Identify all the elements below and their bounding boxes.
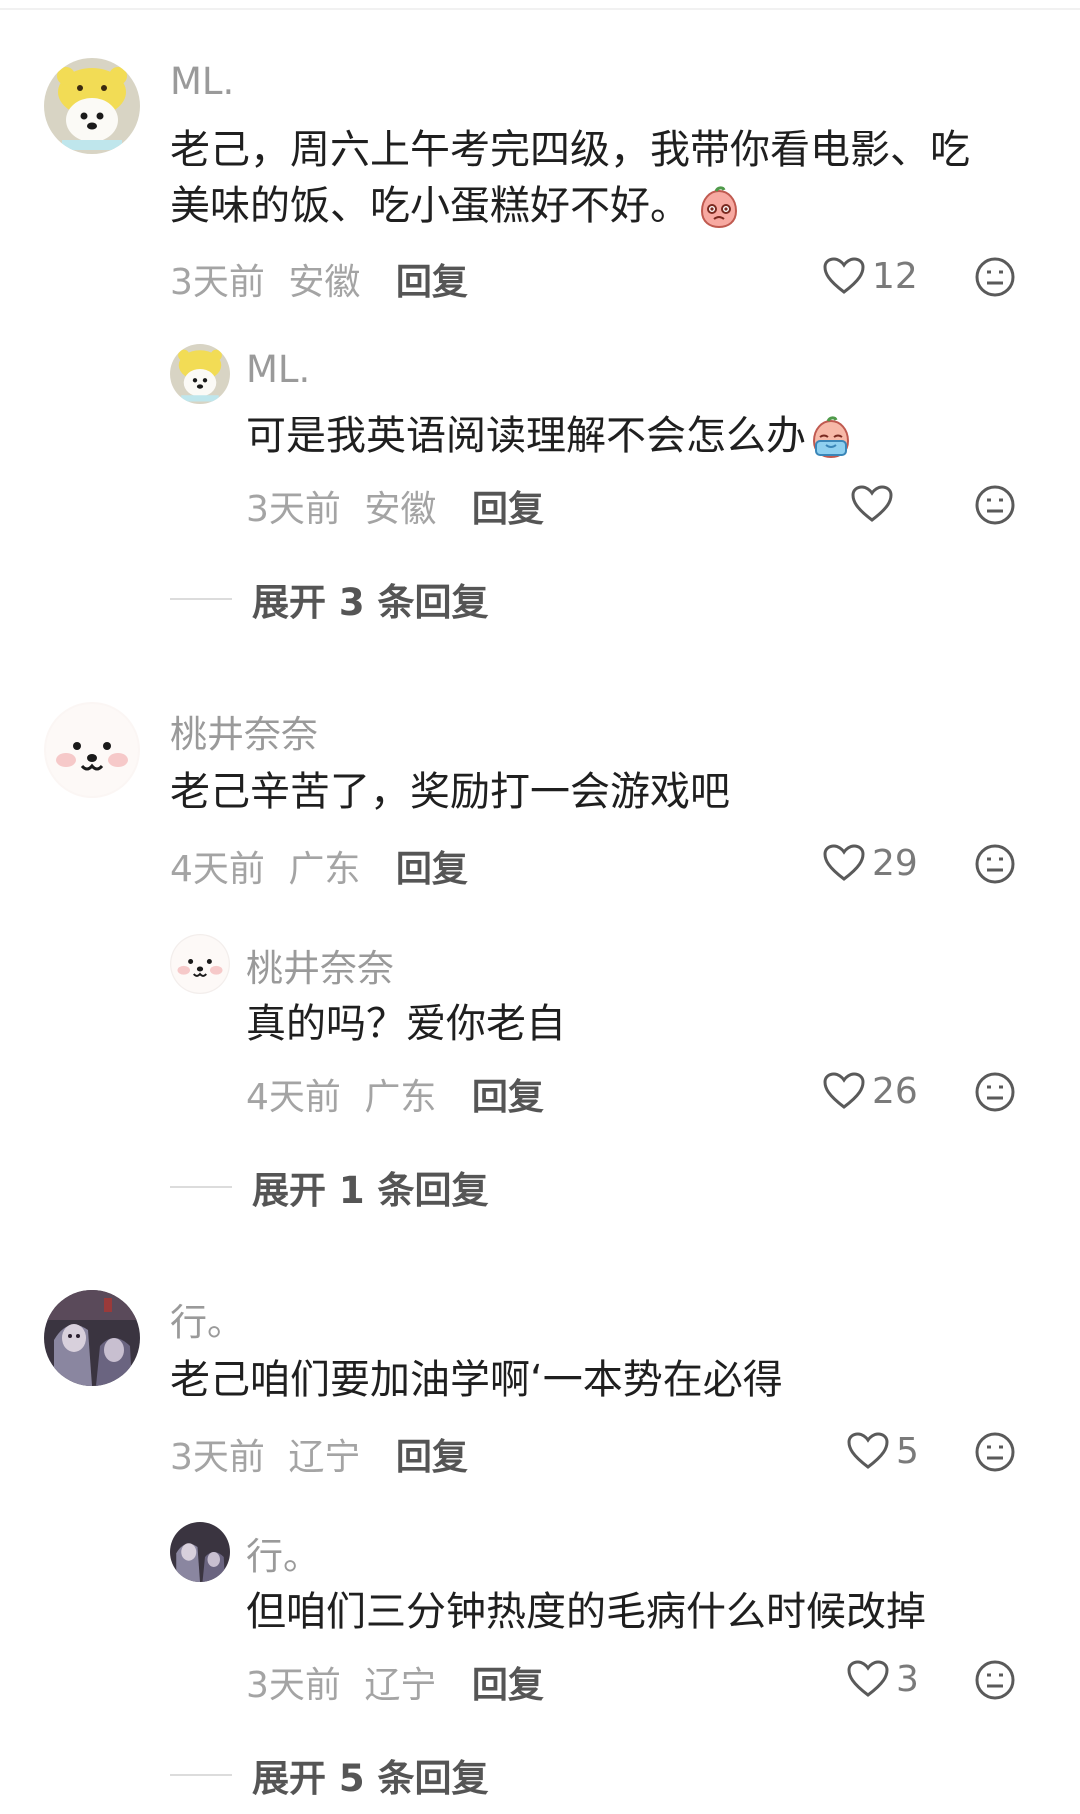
- reply-meta: 4天前 广东 回复: [246, 1068, 544, 1120]
- reply-text: 真的吗？爱你老自: [246, 1001, 566, 1047]
- like-count: 5: [896, 1430, 919, 1472]
- avatar[interactable]: [44, 702, 140, 798]
- expand-divider: [170, 1186, 232, 1188]
- heart-outline-icon: [823, 257, 865, 294]
- reply-button[interactable]: 回复: [472, 1665, 544, 1706]
- reply-text-line: 可是我英语阅读理解不会怎么办: [246, 413, 806, 459]
- expand-replies-label: 展开 1 条回复: [252, 1169, 489, 1212]
- comment-text: 老己咱们要加油学啊‘一本势在必得: [170, 1357, 783, 1403]
- reply-text: 可是我英语阅读理解不会怎么办: [246, 408, 854, 464]
- reply-meta: 3天前 安徽 回复: [246, 480, 544, 532]
- anime-dark-avatar-image: [44, 1290, 140, 1386]
- comment-text-line-2: 美味的饭、吃小蛋糕好不好。: [170, 183, 690, 229]
- expand-replies-button[interactable]: 展开 1 条回复: [170, 1160, 489, 1214]
- crying-peach-emoji-icon: [808, 415, 854, 461]
- comment-text: 老己，周六上午考完四级，我带你看电影、吃 美味的饭、吃小蛋糕好不好。: [170, 122, 970, 234]
- like-button[interactable]: 5: [846, 1427, 919, 1475]
- comment-username[interactable]: 行。: [170, 1292, 244, 1346]
- top-divider: [0, 8, 1080, 10]
- reply-avatar[interactable]: [170, 934, 230, 994]
- reply-time: 4天前: [246, 1077, 341, 1118]
- expand-replies-label: 展开 3 条回复: [252, 581, 489, 624]
- frown-face-icon[interactable]: [974, 1431, 1016, 1473]
- reply-button[interactable]: 回复: [396, 262, 468, 303]
- shy-peach-emoji-icon: [696, 185, 742, 231]
- heart-outline-icon: [823, 1072, 865, 1109]
- frown-face-icon[interactable]: [974, 843, 1016, 885]
- reply-avatar[interactable]: [170, 1522, 230, 1582]
- white-bear-avatar-image: [44, 702, 140, 798]
- anime-dark-avatar-image: [170, 1522, 230, 1582]
- like-button[interactable]: 29: [822, 839, 918, 887]
- comment-location: 辽宁: [288, 1437, 361, 1478]
- reply-button[interactable]: 回复: [472, 1077, 544, 1118]
- reply-time: 3天前: [246, 1665, 341, 1706]
- heart-outline-icon: [823, 844, 865, 881]
- frown-face-icon[interactable]: [974, 256, 1016, 298]
- reply-location: 辽宁: [364, 1665, 437, 1706]
- reply-location: 安徽: [364, 489, 437, 530]
- comment-text: 老己辛苦了，奖励打一会游戏吧: [170, 769, 730, 815]
- comment-meta: 4天前 广东 回复: [170, 840, 468, 892]
- heart-outline-icon: [847, 1432, 889, 1469]
- puppy-hat-avatar-image: [170, 344, 230, 404]
- reply-username[interactable]: 行。: [246, 1526, 320, 1580]
- comment-meta: 3天前 辽宁 回复: [170, 1428, 468, 1480]
- puppy-hat-avatar-image: [44, 58, 140, 154]
- comment-time: 3天前: [170, 1437, 265, 1478]
- like-count: 26: [872, 1070, 918, 1112]
- avatar[interactable]: [44, 58, 140, 154]
- comment-text-line: 美味的饭、吃小蛋糕好不好。: [170, 178, 970, 234]
- comment-username[interactable]: 桃井奈奈: [170, 704, 318, 758]
- like-count: 29: [872, 842, 918, 884]
- reply-location: 广东: [364, 1077, 437, 1118]
- reply-button[interactable]: 回复: [396, 1437, 468, 1478]
- frown-face-icon[interactable]: [974, 1071, 1016, 1113]
- reply-avatar[interactable]: [170, 344, 230, 404]
- like-button[interactable]: 12: [822, 252, 918, 300]
- reply-time: 3天前: [246, 489, 341, 530]
- comment-time: 3天前: [170, 262, 265, 303]
- like-button[interactable]: [850, 480, 900, 528]
- like-button[interactable]: 3: [846, 1655, 919, 1703]
- reply-username[interactable]: 桃井奈奈: [246, 938, 394, 992]
- like-count: 3: [896, 1658, 919, 1700]
- frown-face-icon[interactable]: [974, 484, 1016, 526]
- like-button[interactable]: 26: [822, 1067, 918, 1115]
- expand-divider: [170, 1774, 232, 1776]
- reply-text: 但咱们三分钟热度的毛病什么时候改掉: [246, 1589, 926, 1635]
- reply-button[interactable]: 回复: [472, 489, 544, 530]
- expand-replies-button[interactable]: 展开 5 条回复: [170, 1748, 489, 1802]
- comment-location: 安徽: [288, 262, 361, 303]
- heart-outline-icon: [851, 485, 893, 522]
- frown-face-icon[interactable]: [974, 1659, 1016, 1701]
- avatar[interactable]: [44, 1290, 140, 1386]
- expand-replies-label: 展开 5 条回复: [252, 1757, 489, 1800]
- expand-divider: [170, 598, 232, 600]
- heart-outline-icon: [847, 1660, 889, 1697]
- white-bear-avatar-image: [170, 934, 230, 994]
- reply-username[interactable]: ML.: [246, 348, 310, 391]
- comment-username[interactable]: ML.: [170, 60, 234, 103]
- comment-location: 广东: [288, 849, 361, 890]
- expand-replies-button[interactable]: 展开 3 条回复: [170, 572, 489, 626]
- like-count: 12: [872, 255, 918, 297]
- reply-meta: 3天前 辽宁 回复: [246, 1656, 544, 1708]
- comment-time: 4天前: [170, 849, 265, 890]
- comment-text-line: 老己，周六上午考完四级，我带你看电影、吃: [170, 127, 970, 173]
- reply-button[interactable]: 回复: [396, 849, 468, 890]
- comment-meta: 3天前 安徽 回复: [170, 253, 468, 305]
